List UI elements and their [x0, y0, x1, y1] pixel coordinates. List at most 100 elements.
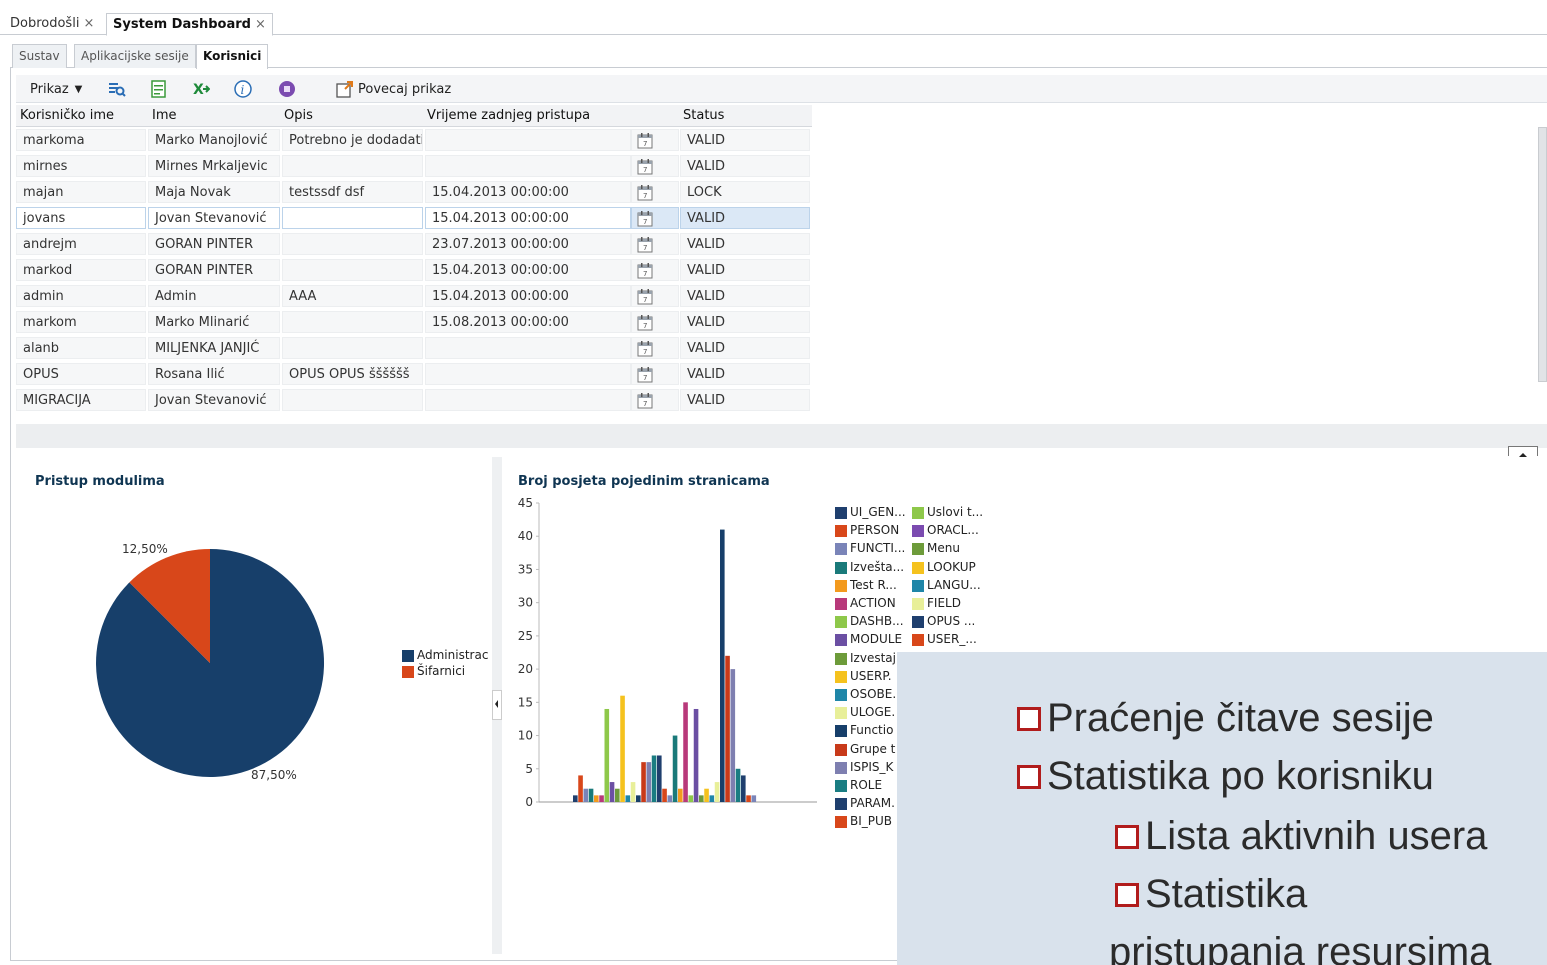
bar — [709, 795, 715, 802]
legend-swatch — [835, 507, 847, 519]
table-row[interactable]: alanb MILJENKA JANJIĆ VALID 7 — [16, 335, 812, 361]
table-header: Korisničko ime Ime Opis Vrijeme zadnjeg … — [16, 105, 812, 127]
legend-swatch — [835, 561, 847, 574]
detach-button[interactable] — [278, 79, 296, 99]
splitter-handle[interactable] — [492, 690, 502, 720]
cell-username: markoma — [16, 129, 146, 151]
bar-legend-item: MODULE — [850, 632, 903, 647]
tab-aplikacijske-sesije[interactable]: Aplikacijske sesije — [74, 44, 196, 68]
column-header-description[interactable]: Opis — [284, 108, 313, 123]
search-grid-icon — [109, 83, 126, 97]
bar — [583, 788, 589, 802]
calendar-icon: 7 — [637, 367, 653, 383]
date-picker-button[interactable]: 7 — [631, 259, 679, 281]
y-tick-label: 25 — [518, 629, 533, 643]
column-header-status[interactable]: Status — [683, 108, 724, 123]
date-picker-button[interactable]: 7 — [631, 181, 679, 203]
collapse-panel-button[interactable] — [1508, 446, 1538, 457]
y-tick-label: 35 — [518, 562, 533, 576]
column-header-name[interactable]: Ime — [152, 108, 177, 123]
bar — [651, 755, 657, 802]
cell-last-access — [425, 155, 631, 177]
table-row[interactable]: admin Admin AAA 15.04.2013 00:00:00 VALID 7 — [16, 283, 812, 309]
bar-legend-item: Grupe t — [850, 741, 896, 756]
legend-swatch — [912, 634, 924, 647]
legend-swatch — [912, 616, 924, 629]
tab-label: Aplikacijske sesije — [81, 49, 189, 63]
date-picker-button[interactable]: 7 — [631, 233, 679, 255]
table-row[interactable]: majan Maja Novak testssdf dsf 15.04.2013 00… — [16, 179, 812, 205]
legend-swatch — [402, 666, 414, 678]
date-picker-button[interactable]: 7 — [631, 155, 679, 177]
cell-name: Admin — [148, 285, 280, 307]
table-row[interactable]: andrejm GORAN PINTER 23.07.2013 00:00:00 VA… — [16, 231, 812, 257]
cell-description — [282, 337, 423, 359]
export-excel-button[interactable]: X — [192, 79, 210, 99]
date-picker-button[interactable]: 7 — [631, 207, 679, 229]
search-grid-button[interactable] — [108, 79, 126, 99]
svg-text:i: i — [241, 83, 245, 97]
date-picker-button[interactable]: 7 — [631, 311, 679, 333]
legend-swatch — [835, 725, 847, 738]
svg-text:X: X — [193, 82, 204, 98]
bar — [620, 695, 625, 802]
bar-legend-item: FIELD — [927, 596, 961, 610]
tab-system-dashboard[interactable]: System Dashboard × — [106, 13, 273, 36]
date-picker-button[interactable]: 7 — [631, 363, 679, 385]
table-row[interactable]: MIGRACIJA Jovan Stevanović VALID 7 — [16, 387, 812, 413]
info-button[interactable]: i — [234, 79, 252, 99]
tab-label: Dobrodošli — [10, 16, 80, 31]
date-picker-button[interactable]: 7 — [631, 389, 679, 411]
bar-legend-item: UI_GEN... — [850, 505, 906, 519]
bar-chart-title: Broj posjeta pojedinim stranicama — [518, 474, 770, 489]
cell-description: AAA — [282, 285, 423, 307]
legend-swatch — [835, 543, 847, 556]
tab-sustav[interactable]: Sustav — [12, 44, 67, 68]
vertical-scrollbar[interactable] — [1538, 127, 1547, 382]
close-icon[interactable]: × — [255, 17, 266, 32]
y-tick-label: 30 — [518, 596, 533, 610]
enlarge-icon — [336, 81, 353, 98]
column-header-last-access[interactable]: Vrijeme zadnjeg pristupa — [427, 108, 590, 123]
tab-dobrodosli[interactable]: Dobrodošli × — [4, 13, 100, 36]
cell-last-access — [425, 337, 631, 359]
chevron-left-icon — [495, 700, 498, 708]
bar-legend-item: FUNCTI... — [850, 541, 906, 556]
calendar-icon: 7 — [637, 237, 653, 253]
bar — [720, 529, 725, 802]
date-picker-button[interactable]: 7 — [631, 285, 679, 307]
enlarge-view-button[interactable]: Povecaj prikaz — [336, 79, 451, 99]
table-row[interactable]: markoma Marko Manojlović Potrebno je dodad… — [16, 127, 812, 153]
legend-swatch — [402, 650, 414, 662]
bar — [678, 788, 683, 802]
table-row[interactable]: jovans Jovan Stevanović 15.04.2013 00:00:0… — [16, 205, 812, 231]
table-row[interactable]: mirnes Mirnes Mrkaljevic VALID 7 — [16, 153, 812, 179]
view-menu-button[interactable]: Prikaz ▼ — [30, 79, 82, 99]
bar — [746, 795, 751, 802]
table-row[interactable]: OPUS Rosana Ilić OPUS OPUS šššššš VALID 7 — [16, 361, 812, 387]
cell-last-access: 23.07.2013 00:00:00 — [425, 233, 631, 255]
table-row[interactable]: markom Marko Mlinarić 15.08.2013 00:00:00 V… — [16, 309, 812, 335]
bar-legend-item: PARAM. — [850, 796, 895, 811]
legend-swatch — [912, 598, 924, 610]
legend-swatch — [835, 634, 847, 647]
chevron-down-icon: ▼ — [74, 83, 83, 95]
bar-legend-item: Functio — [850, 723, 894, 738]
document-tabs: Dobrodošli × System Dashboard × — [0, 10, 1547, 36]
bar-chart: 0 5 10 15 20 25 30 35 40 45 — [518, 496, 817, 809]
bar — [641, 762, 646, 802]
tab-label: Korisnici — [203, 49, 262, 63]
column-header-username[interactable]: Korisničko ime — [20, 108, 114, 123]
bar — [630, 782, 636, 802]
checkbox-bullet-icon — [1017, 706, 1041, 731]
y-tick-label: 15 — [518, 695, 533, 709]
table-row[interactable]: markod GORAN PINTER 15.04.2013 00:00:00 VAL… — [16, 257, 812, 283]
close-icon[interactable]: × — [83, 16, 94, 31]
tab-korisnici[interactable]: Korisnici — [196, 44, 269, 69]
svg-text:7: 7 — [643, 166, 647, 174]
cell-username: majan — [16, 181, 146, 203]
date-picker-button[interactable]: 7 — [631, 129, 679, 151]
date-picker-button[interactable]: 7 — [631, 337, 679, 359]
cell-status: VALID — [680, 207, 810, 229]
edit-list-button[interactable] — [150, 79, 168, 99]
